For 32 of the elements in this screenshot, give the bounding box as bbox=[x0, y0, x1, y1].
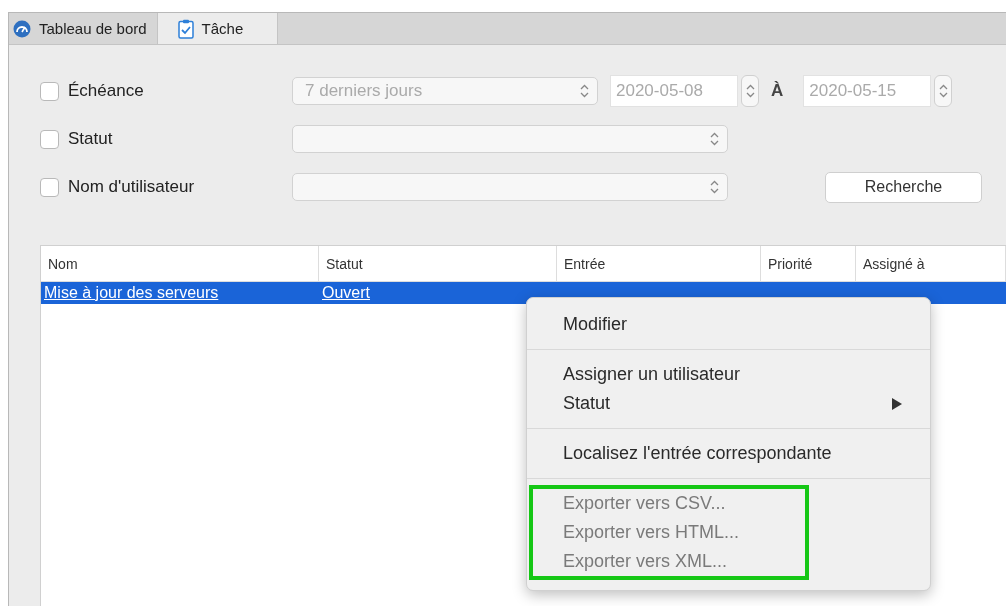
submenu-arrow-icon bbox=[892, 397, 902, 410]
range-label: À bbox=[771, 81, 784, 101]
filter-label: Échéance bbox=[68, 81, 145, 101]
column-header[interactable]: Entrée bbox=[557, 246, 761, 281]
menu-item[interactable]: Assigner un utilisateur bbox=[533, 360, 926, 389]
filter-label: Statut bbox=[68, 129, 114, 149]
date-stepper[interactable] bbox=[934, 75, 953, 107]
gauge-icon bbox=[13, 19, 31, 38]
filter-label: Nom d'utilisateur bbox=[68, 177, 196, 197]
menu-item[interactable]: Localisez l'entrée correspondante bbox=[533, 439, 926, 468]
menu-item[interactable]: Statut bbox=[533, 389, 926, 418]
column-header[interactable]: Assigné à bbox=[856, 246, 1006, 281]
clipboard-check-icon bbox=[177, 18, 194, 39]
column-header[interactable]: Statut bbox=[319, 246, 557, 281]
table-cell-text: Ouvert bbox=[321, 284, 370, 301]
checkbox[interactable] bbox=[40, 129, 59, 149]
column-header[interactable]: Nom bbox=[41, 246, 319, 281]
table-cell-text: Mise à jour des serveurs bbox=[43, 284, 219, 301]
stepper-arrows-icon bbox=[710, 132, 719, 146]
date-stepper[interactable] bbox=[741, 75, 759, 107]
tab[interactable]: Tâche bbox=[157, 13, 279, 44]
stepper-arrows-icon bbox=[710, 180, 719, 194]
search-button[interactable]: Recherche bbox=[825, 171, 982, 203]
checkbox[interactable] bbox=[40, 81, 59, 101]
dropdown[interactable] bbox=[292, 125, 728, 153]
stepper-arrows-icon bbox=[938, 84, 948, 98]
menu-item[interactable]: Modifier bbox=[533, 310, 926, 339]
dropdown[interactable] bbox=[292, 173, 728, 201]
stepper-arrows-icon bbox=[580, 84, 589, 98]
column-header[interactable]: Priorité bbox=[761, 246, 856, 281]
stepper-arrows-icon bbox=[745, 84, 755, 98]
checkbox[interactable] bbox=[40, 177, 59, 197]
